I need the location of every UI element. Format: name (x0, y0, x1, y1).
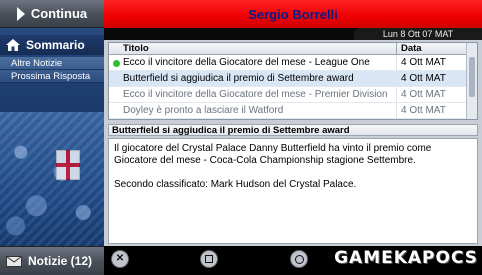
cross-glyph-icon: ✕ (115, 253, 125, 264)
news-row[interactable]: Ecco il vincitore della Giocatore del me… (109, 55, 477, 71)
news-label: Notizie (12) (28, 254, 93, 268)
sommario-label: Sommario (26, 38, 85, 52)
envelope-icon (6, 255, 22, 267)
unread-dot-icon (113, 60, 120, 67)
current-date: Lun 8 Ott 07 MAT (354, 28, 482, 40)
news-row-date: 4 Ott MAT (396, 87, 465, 102)
news-button[interactable]: Notizie (12) (0, 246, 104, 275)
sidebar-submenu: Altre Notizie Prossima Risposta (0, 57, 104, 83)
button-prompt-bar: ✕ GAMEKAPOCS (104, 246, 482, 275)
scrollbar-thumb[interactable] (469, 57, 475, 97)
news-row-title: Doyley è pronto a lasciare il Watford (123, 105, 284, 116)
news-detail-paragraph: Secondo classificato: Mark Hudson del Cr… (114, 179, 357, 190)
watermark-text: GAMEKAPOCS (334, 248, 478, 268)
news-list: Titolo Data Ecco il vincitore della Gioc… (108, 42, 478, 120)
news-row-date: 4 Ott MAT (396, 55, 465, 70)
news-detail-paragraph: Il giocatore del Crystal Palace Danny Bu… (114, 143, 432, 166)
news-detail-body: Il giocatore del Crystal Palace Danny Bu… (108, 138, 478, 244)
circle-button-icon[interactable] (290, 250, 308, 268)
news-row-title: Ecco il vincitore della Giocatore del me… (123, 57, 370, 68)
news-row[interactable]: Doyley è pronto a lasciare il Watford 4 … (109, 103, 477, 119)
sidebar-item-sommario[interactable]: Sommario (0, 35, 104, 55)
sidebar-item-altre-notizie[interactable]: Altre Notizie (0, 57, 104, 70)
column-header-title[interactable]: Titolo (109, 43, 396, 54)
column-header-date[interactable]: Data (396, 43, 465, 54)
news-row-title: Butterfield si aggiudica il premio di Se… (123, 73, 354, 84)
news-detail-title: Butterfield si aggiudica il premio di Se… (108, 124, 478, 136)
square-glyph-icon (205, 255, 213, 263)
news-panel: Titolo Data Ecco il vincitore della Gioc… (104, 40, 482, 246)
news-row[interactable]: Butterfield si aggiudica il premio di Se… (109, 71, 477, 87)
crowd-background-image (0, 112, 104, 246)
continue-button[interactable]: Continua (0, 0, 104, 28)
news-row-date: 4 Ott MAT (396, 71, 465, 86)
manager-title-bar: Sergio Borrelli (104, 0, 482, 28)
news-list-scrollbar[interactable] (466, 43, 477, 119)
circle-glyph-icon (294, 254, 304, 264)
news-list-header: Titolo Data (109, 43, 477, 55)
news-row-title: Ecco il vincitore della Giocatore del me… (123, 89, 388, 100)
continue-label: Continua (30, 6, 88, 21)
news-row[interactable]: Ecco il vincitore della Giocatore del me… (109, 87, 477, 103)
sidebar-item-prossima-risposta[interactable]: Prossima Risposta (0, 70, 104, 83)
home-icon (6, 39, 20, 51)
news-row-date: 4 Ott MAT (396, 103, 465, 118)
play-arrow-icon (16, 6, 25, 21)
england-flag-decoration (56, 150, 80, 180)
date-strip: Lun 8 Ott 07 MAT (104, 28, 482, 40)
square-button-icon[interactable] (200, 250, 218, 268)
manager-name: Sergio Borrelli (248, 6, 338, 22)
cross-button-icon[interactable]: ✕ (111, 250, 129, 268)
